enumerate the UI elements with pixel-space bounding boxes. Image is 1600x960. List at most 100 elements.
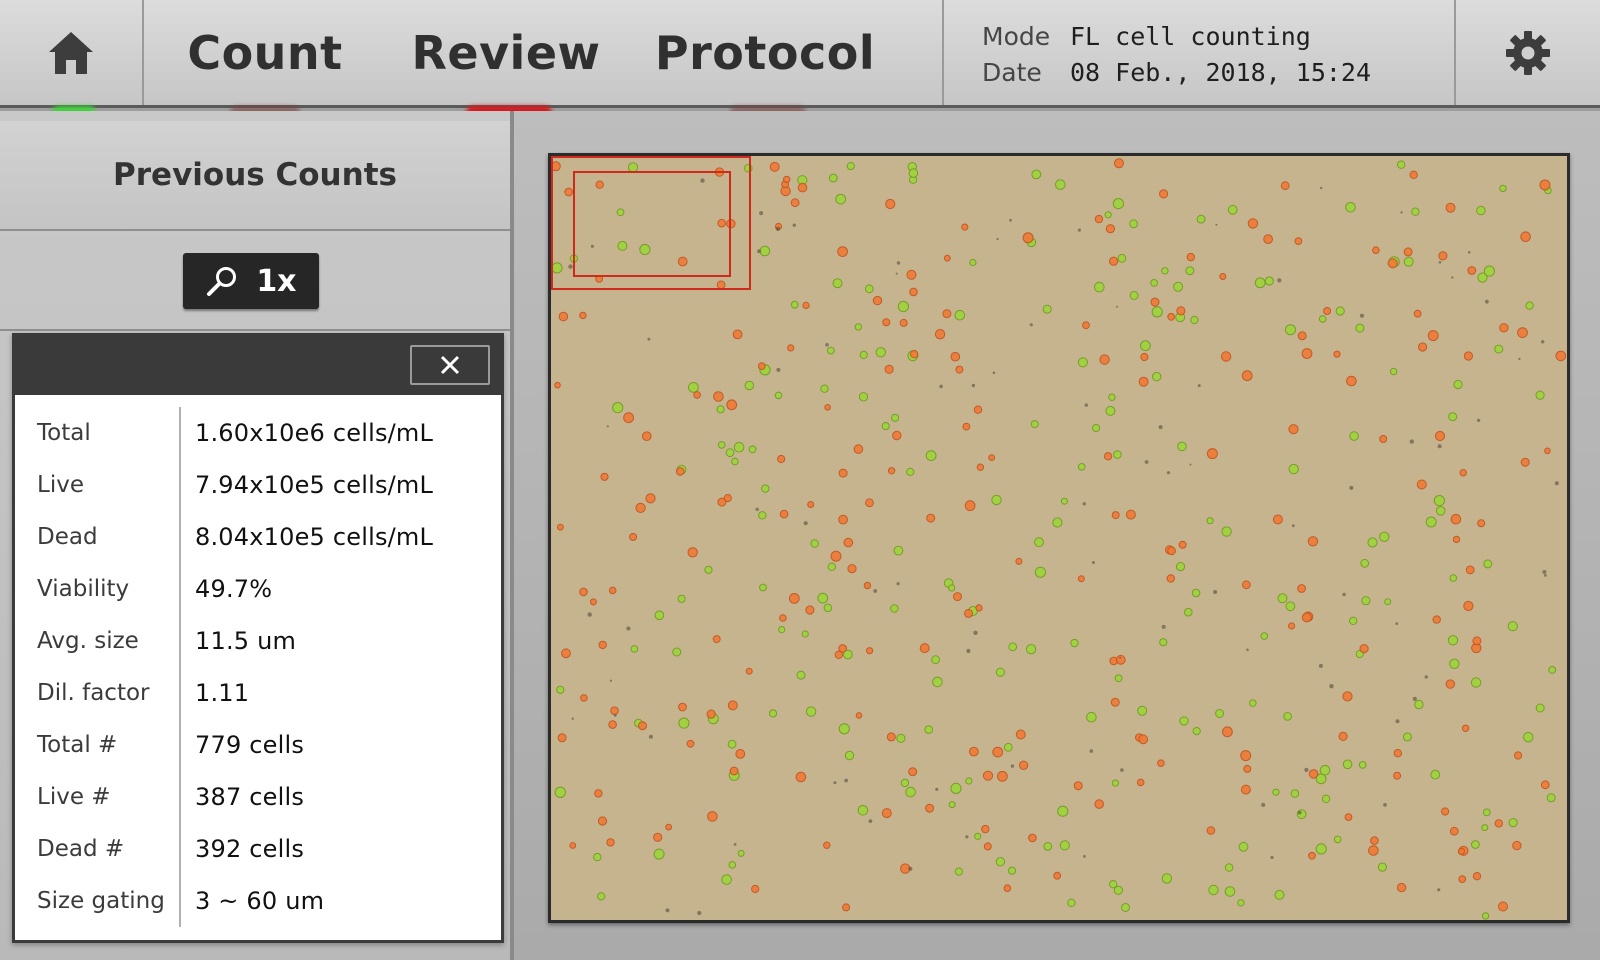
dead-cell-dot (580, 694, 588, 702)
live-cell-dot (1008, 866, 1017, 875)
live-cell-dot (716, 405, 725, 414)
debris-dot (965, 835, 969, 839)
debris-dot (1477, 418, 1481, 422)
date-label: Date (982, 57, 1042, 87)
dead-cell-dot (1432, 615, 1441, 624)
live-cell-dot (1173, 281, 1184, 292)
dead-cell-dot (1176, 306, 1186, 316)
live-cell-dot (1481, 824, 1489, 832)
dead-cell-dot (1186, 252, 1195, 262)
dead-cell-dot (653, 832, 663, 842)
settings-button[interactable] (1456, 0, 1600, 105)
tab-review[interactable]: Review (410, 0, 602, 105)
date-row: Date 08 Feb., 2018, 15:24 (982, 54, 1454, 90)
debris-dot (1467, 251, 1471, 254)
tab-count[interactable]: Count (172, 0, 358, 105)
debris-dot (1120, 768, 1124, 772)
debris-dot (1485, 299, 1489, 304)
dead-cell-dot (1499, 323, 1509, 333)
dead-cell-dot (1396, 882, 1407, 893)
dead-cell-dot (1459, 469, 1467, 477)
dead-cell-dot (678, 702, 687, 712)
debris-dot (1304, 767, 1309, 773)
result-table: Total 1.60x10e6 cells/mL Live 7.94x10e5 … (23, 407, 493, 927)
live-cell-dot (1191, 588, 1201, 598)
debris-dot (757, 249, 761, 254)
live-cell-dot (733, 441, 745, 453)
zoom-button[interactable]: 1x (183, 253, 319, 309)
dead-cell-dot (1370, 836, 1379, 845)
cell-image[interactable] (548, 153, 1570, 923)
live-cell-dot (1003, 742, 1013, 752)
live-cell-dot (1377, 862, 1388, 872)
debris-dot (1261, 802, 1266, 807)
close-button[interactable] (410, 345, 490, 385)
mode-row: Mode FL cell counting (982, 18, 1454, 54)
live-cell-dot (688, 382, 699, 393)
dead-cell-dot (981, 824, 990, 834)
dead-cell-dot (802, 301, 810, 309)
debris-dot (1166, 471, 1171, 475)
debris-dot (697, 910, 702, 916)
dead-cell-dot (955, 365, 964, 374)
dead-cell-dot (865, 498, 874, 508)
dead-cell-dot (1465, 565, 1475, 575)
live-cell-dot (805, 706, 817, 717)
dead-cell-dot (1138, 376, 1149, 387)
dead-cell-dot (1082, 321, 1090, 330)
dead-cell-dot (1308, 851, 1316, 860)
dead-cell-dot (554, 381, 561, 389)
dead-cell-dot (726, 399, 738, 411)
live-cell-dot (1367, 537, 1378, 548)
live-cell-dot (969, 258, 977, 267)
live-cell-dot (1031, 169, 1042, 180)
live-cell-dot (790, 300, 799, 309)
live-cell-dot (897, 300, 909, 313)
dead-cell-dot (962, 422, 971, 431)
live-cell-dot (932, 676, 943, 688)
dead-cell-dot (1368, 845, 1379, 856)
dead-cell-dot (887, 467, 896, 475)
live-cell-dot (1283, 712, 1292, 721)
dead-cell-dot (1003, 884, 1012, 893)
live-cell-dot (835, 193, 847, 205)
dead-cell-dot (1520, 231, 1531, 242)
dead-cell-dot (843, 537, 854, 548)
live-cell-dot (827, 346, 835, 355)
result-label: Live # (23, 771, 181, 823)
live-cell-dot (717, 441, 726, 449)
dead-cell-dot (1053, 871, 1062, 880)
mode-value: FL cell counting (1070, 21, 1311, 51)
live-cell-dot (827, 562, 836, 571)
dead-cell-dot (569, 842, 577, 849)
dead-cell-dot (837, 246, 849, 257)
home-button[interactable] (0, 0, 144, 105)
debris-dot (1009, 218, 1012, 222)
roi-frame (573, 171, 731, 277)
debris-dot (966, 648, 971, 654)
live-cell-dot (1161, 873, 1173, 884)
live-cell-dot (796, 670, 806, 680)
roi-navigator[interactable] (551, 156, 751, 290)
tab-protocol[interactable]: Protocol (652, 0, 878, 105)
dead-cell-dot (777, 454, 786, 464)
result-row-dead: Dead 8.04x10e5 cells/mL (23, 511, 493, 563)
live-cell-dot (556, 685, 565, 694)
dead-cell-dot (608, 720, 617, 729)
dead-cell-dot (638, 721, 647, 731)
dead-cell-dot (1467, 266, 1477, 275)
result-value: 49.7% (195, 575, 273, 603)
dead-cell-dot (943, 254, 951, 262)
live-cell-dot (954, 309, 966, 321)
dead-cell-dot (1138, 734, 1149, 745)
dead-cell-dot (693, 391, 701, 399)
debris-dot (1349, 485, 1354, 490)
debris-dot (775, 226, 781, 231)
live-cell-dot (1196, 214, 1206, 224)
dead-cell-dot (1333, 350, 1341, 358)
dead-cell-dot (855, 712, 863, 719)
debris-dot (1544, 574, 1547, 577)
live-cell-dot (1402, 732, 1412, 742)
dead-cell-dot (1219, 273, 1227, 280)
live-cell-dot (974, 832, 982, 840)
